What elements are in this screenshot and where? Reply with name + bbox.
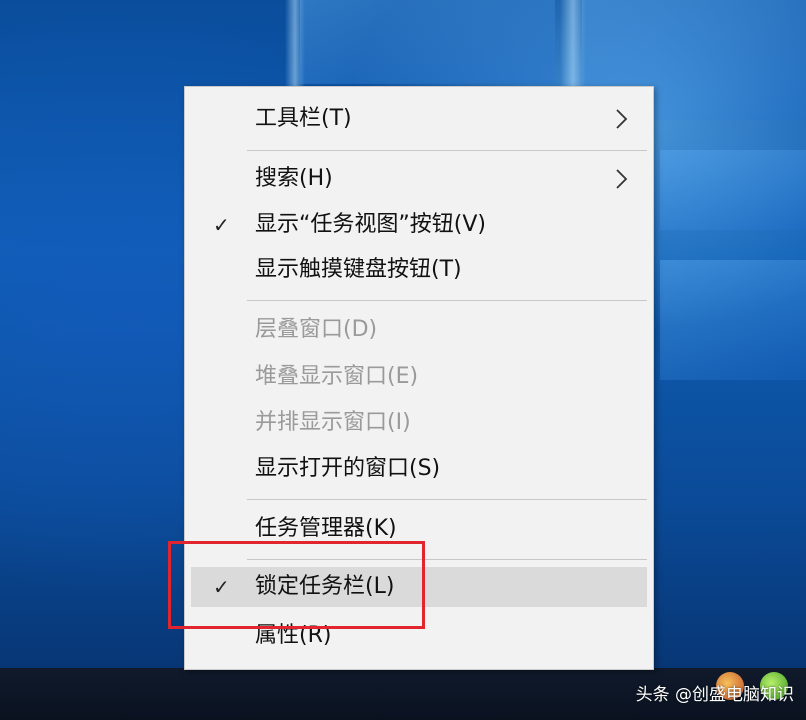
menu-separator [247,150,647,151]
menu-item-label: 堆叠显示窗口(E) [255,364,419,389]
menu-item-show-task-view-button[interactable]: ✓ 显示“任务视图”按钮(V) [191,205,647,245]
menu-item-label: 层叠窗口(D) [255,317,378,342]
chevron-right-icon [616,169,628,189]
menu-separator [247,499,647,500]
menu-item-stack-windows: 堆叠显示窗口(E) [191,357,647,397]
menu-separator [247,300,647,301]
menu-item-show-desktop-windows[interactable]: 显示打开的窗口(S) [191,449,647,489]
annotation-highlight-box [168,541,425,629]
menu-item-toolbars[interactable]: 工具栏(T) [191,99,647,139]
menu-item-label: 显示触摸键盘按钮(T) [255,257,462,282]
menu-item-cascade-windows: 层叠窗口(D) [191,310,647,350]
menu-item-label: 显示打开的窗口(S) [255,456,441,481]
wallpaper-pane [300,0,555,84]
chevron-right-icon [616,109,628,129]
menu-item-label: 显示“任务视图”按钮(V) [255,212,487,237]
wallpaper-pane [660,260,806,380]
menu-item-label: 并排显示窗口(I) [255,410,411,435]
wallpaper-pane [660,150,806,230]
menu-item-side-by-side-windows: 并排显示窗口(I) [191,403,647,443]
menu-item-search[interactable]: 搜索(H) [191,159,647,199]
menu-item-show-touch-keyboard-button[interactable]: 显示触摸键盘按钮(T) [191,250,647,290]
menu-item-label: 搜索(H) [255,166,333,191]
watermark-text: 头条 @创盛电脑知识 [635,685,794,705]
checkmark-icon: ✓ [213,213,230,237]
menu-item-label: 工具栏(T) [255,106,352,131]
